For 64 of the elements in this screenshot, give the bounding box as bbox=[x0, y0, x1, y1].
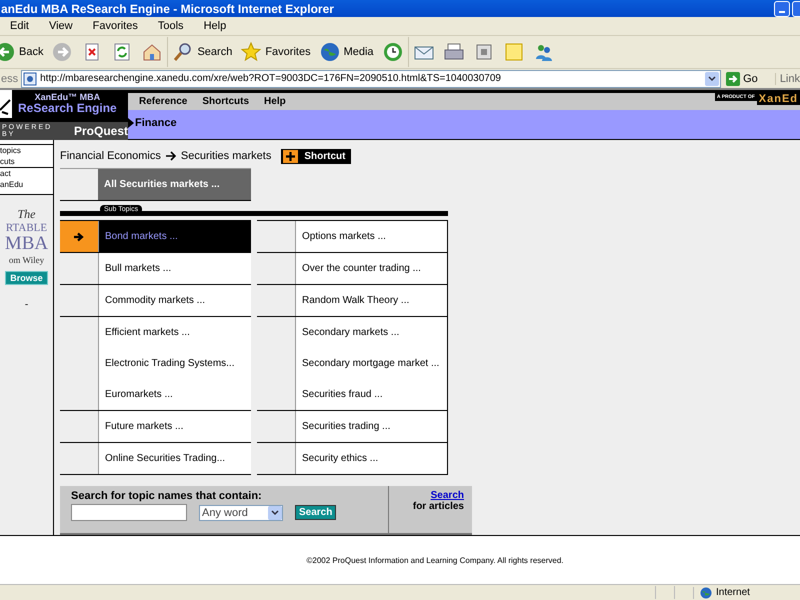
for-articles-text: for articles bbox=[412, 501, 464, 512]
nav-link[interactable]: Reference bbox=[139, 96, 188, 108]
arrow-icon bbox=[73, 232, 85, 242]
zone-text: Internet bbox=[716, 587, 750, 598]
topic-link[interactable]: Secondary markets ... bbox=[295, 317, 447, 348]
globe-icon bbox=[700, 586, 712, 599]
all-topics-button[interactable]: All Securities markets ... bbox=[98, 169, 251, 200]
search-articles-link[interactable]: Search bbox=[430, 490, 464, 502]
sidebar-link[interactable]: topics bbox=[0, 144, 53, 156]
globe-icon bbox=[318, 40, 341, 63]
go-arrow-icon bbox=[726, 72, 740, 86]
arrow-icon bbox=[164, 151, 177, 162]
menu-item[interactable]: Tools bbox=[148, 20, 194, 32]
minimize-icon bbox=[779, 10, 785, 13]
back-button[interactable]: Back bbox=[0, 36, 48, 67]
ad-text: om Wiley bbox=[8, 255, 44, 266]
shortcut-button[interactable]: Shortcut bbox=[281, 148, 352, 164]
search-label: Search for topic names that contain: bbox=[71, 490, 263, 502]
dropdown-icon bbox=[268, 506, 282, 520]
ad-text: MBA bbox=[4, 234, 48, 256]
sidebar-link[interactable]: anEdu bbox=[0, 179, 53, 196]
topic-link[interactable]: Electronic Trading Systems... bbox=[98, 348, 251, 380]
match-dropdown[interactable]: Any word bbox=[199, 504, 283, 521]
address-label: ess bbox=[1, 72, 18, 85]
sidebar-link[interactable]: act bbox=[0, 167, 53, 180]
nav-link[interactable]: Shortcuts bbox=[202, 96, 250, 108]
clock-icon bbox=[382, 40, 404, 63]
sidebar-link[interactable]: cuts bbox=[0, 156, 53, 168]
search-button[interactable]: Search bbox=[167, 36, 236, 67]
nav-link[interactable]: Help bbox=[264, 96, 286, 108]
menu-item[interactable]: Favorites bbox=[82, 20, 148, 32]
menu-item[interactable]: Edit bbox=[0, 20, 39, 32]
links-button[interactable]: Link bbox=[774, 72, 800, 85]
page-icon bbox=[23, 72, 38, 86]
breadcrumb-link[interactable]: Financial Economics bbox=[60, 150, 161, 162]
copyright-text: ©2002 ProQuest Information and Learning Company. All rights reserved. bbox=[306, 556, 564, 565]
dash-text: - bbox=[24, 299, 28, 310]
star-icon bbox=[240, 40, 262, 63]
ad-text: RTABLE bbox=[6, 222, 48, 234]
topic-link[interactable]: Secondary mortgage market ... bbox=[295, 348, 447, 380]
brand-logo-text: XanEd bbox=[756, 93, 800, 106]
ad-text: The bbox=[18, 207, 36, 222]
note-icon bbox=[502, 40, 525, 63]
proquest-logo-text: ProQuest bbox=[74, 124, 128, 138]
menu-item[interactable]: Help bbox=[194, 20, 236, 32]
logo-text: ReSearch Engine bbox=[18, 102, 117, 114]
search-field[interactable] bbox=[71, 504, 187, 522]
topic-link[interactable]: Bond markets ... bbox=[98, 221, 251, 252]
go-button[interactable]: Go bbox=[724, 72, 772, 86]
favorites-button[interactable]: Favorites bbox=[236, 36, 315, 67]
window-title: anEdu MBA ReSearch Engine - Microsoft Internet Explorer bbox=[1, 2, 334, 16]
address-field[interactable]: http://mbaresearchengine.xanedu.com/xre/web?ROT=9003DC=176FN=2090510.html&TS=1040030709 bbox=[21, 70, 722, 88]
logo-text: XanEdu™ MBA bbox=[34, 93, 100, 102]
browse-button[interactable]: Browse bbox=[5, 271, 48, 286]
minimize-button[interactable] bbox=[774, 0, 790, 17]
section-title: Finance bbox=[135, 116, 177, 129]
breadcrumb-current: Securities markets bbox=[180, 150, 272, 162]
plus-icon bbox=[283, 150, 298, 163]
search-button[interactable]: Search bbox=[295, 505, 336, 520]
topic-link[interactable]: Efficient markets ... bbox=[98, 317, 251, 348]
media-button[interactable]: Media bbox=[314, 36, 378, 67]
dropdown-icon bbox=[705, 72, 720, 86]
menu-item[interactable]: View bbox=[38, 20, 83, 32]
back-arrow-icon bbox=[0, 40, 16, 63]
